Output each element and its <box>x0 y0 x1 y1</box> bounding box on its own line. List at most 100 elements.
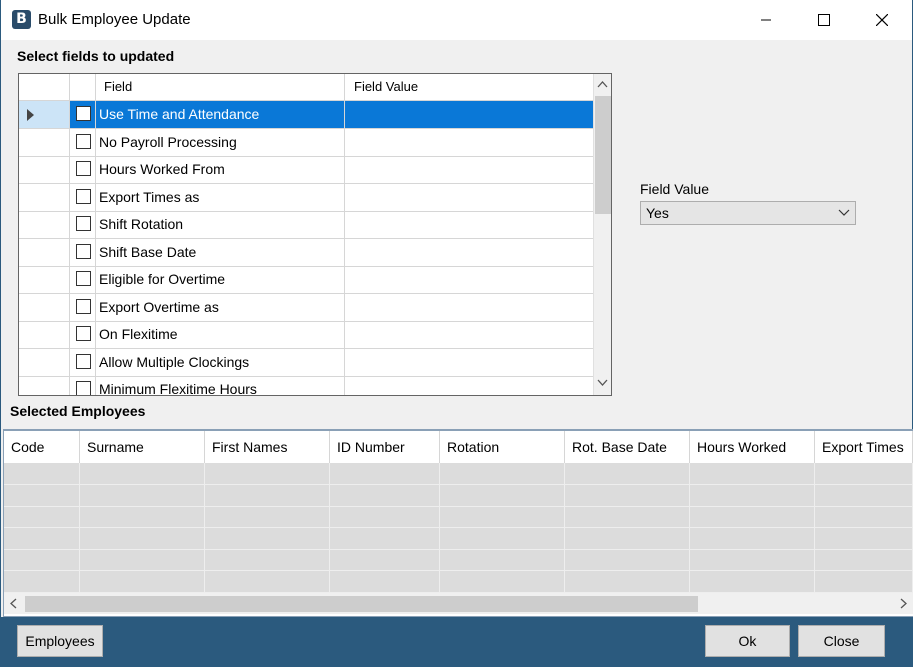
field-row[interactable]: Export Overtime as <box>19 293 594 322</box>
row-checkbox[interactable] <box>76 106 91 121</box>
employees-column-header[interactable]: ID Number <box>330 431 440 463</box>
row-checkbox[interactable] <box>76 271 91 286</box>
row-checkbox[interactable] <box>76 326 91 341</box>
field-value-cell[interactable] <box>345 293 594 321</box>
scroll-left-icon <box>10 598 17 609</box>
row-checkbox[interactable] <box>76 133 91 149</box>
field-row[interactable]: No Payroll Processing <box>19 128 594 157</box>
employees-column-header[interactable]: Rot. Base Date <box>565 431 690 463</box>
field-name-cell[interactable]: Shift Base Date <box>96 238 345 266</box>
field-value-cell[interactable] <box>345 238 594 266</box>
field-value-cell[interactable] <box>345 156 594 183</box>
employees-grid-hscrollbar[interactable] <box>4 593 913 614</box>
field-value-cell[interactable] <box>345 266 594 293</box>
row-checkbox-cell[interactable] <box>70 211 96 238</box>
field-row[interactable]: Use Time and Attendance <box>19 101 594 129</box>
maximize-button[interactable] <box>795 0 853 40</box>
employee-row[interactable] <box>4 463 913 485</box>
row-checkbox[interactable] <box>76 188 91 204</box>
ok-button[interactable]: Ok <box>705 625 790 657</box>
row-checkbox-cell[interactable] <box>70 101 96 128</box>
row-checkbox-cell[interactable] <box>70 238 96 266</box>
row-header-cell[interactable] <box>19 348 70 376</box>
field-row[interactable]: On Flexitime <box>19 321 594 349</box>
field-name-cell[interactable]: Eligible for Overtime <box>96 266 345 293</box>
chevron-down-icon <box>837 205 851 222</box>
bulk-employee-update-window: B Bulk Employee Update Select fields to … <box>1 0 913 666</box>
row-checkbox-cell[interactable] <box>70 293 96 321</box>
employees-column-header[interactable]: Rotation <box>440 431 565 463</box>
row-checkbox-cell[interactable] <box>70 128 96 156</box>
field-name-cell[interactable]: On Flexitime <box>96 321 345 348</box>
row-header-cell[interactable] <box>19 101 70 128</box>
row-checkbox-cell[interactable] <box>70 348 96 376</box>
row-header-cell[interactable] <box>19 266 70 293</box>
employees-column-header[interactable]: First Names <box>205 431 330 463</box>
current-row-arrow-icon <box>27 109 34 121</box>
employees-column-header[interactable]: Hours Worked <box>690 431 815 463</box>
field-row[interactable]: Shift Rotation <box>19 211 594 239</box>
field-name-cell[interactable]: Shift Rotation <box>96 211 345 238</box>
row-checkbox-cell[interactable] <box>70 321 96 348</box>
close-window-button[interactable] <box>853 0 911 40</box>
row-header-cell[interactable] <box>19 128 70 156</box>
row-checkbox[interactable] <box>76 243 91 259</box>
row-header-cell[interactable] <box>19 321 70 348</box>
field-row[interactable]: Minimum Flexitime Hours <box>19 376 594 395</box>
field-value-cell[interactable] <box>345 348 594 376</box>
row-checkbox-cell[interactable] <box>70 376 96 395</box>
row-header-cell[interactable] <box>19 376 70 395</box>
row-checkbox[interactable] <box>76 161 91 176</box>
row-header-cell[interactable] <box>19 238 70 266</box>
field-value-cell[interactable] <box>345 211 594 238</box>
field-row[interactable]: Shift Base Date <box>19 238 594 267</box>
employees-column-header[interactable]: Code <box>4 431 80 463</box>
field-name-cell[interactable]: No Payroll Processing <box>96 128 345 156</box>
hscroll-thumb[interactable] <box>25 596 698 612</box>
minimize-button[interactable] <box>737 0 795 40</box>
employee-row[interactable] <box>4 485 913 507</box>
field-name-cell[interactable]: Allow Multiple Clockings <box>96 348 345 376</box>
employee-row[interactable] <box>4 571 913 593</box>
close-button[interactable]: Close <box>798 625 885 657</box>
field-name-cell[interactable]: Export Overtime as <box>96 293 345 321</box>
employee-row[interactable] <box>4 506 913 528</box>
row-header-cell[interactable] <box>19 211 70 238</box>
row-checkbox[interactable] <box>76 298 91 314</box>
employees-column-header[interactable]: Export Times <box>815 431 913 463</box>
row-checkbox[interactable] <box>76 381 91 395</box>
employees-column-header[interactable]: Surname <box>80 431 205 463</box>
employees-grid-body[interactable] <box>4 463 913 593</box>
employee-row[interactable] <box>4 549 913 571</box>
field-value-cell[interactable] <box>345 101 594 128</box>
row-checkbox-cell[interactable] <box>70 156 96 183</box>
field-value-dropdown[interactable]: Yes <box>640 201 856 225</box>
scroll-thumb[interactable] <box>595 96 611 214</box>
employee-row[interactable] <box>4 528 913 550</box>
field-row[interactable]: Export Times as <box>19 183 594 212</box>
row-header-cell[interactable] <box>19 183 70 211</box>
field-value-cell[interactable] <box>345 321 594 348</box>
field-value-cell[interactable] <box>345 376 594 395</box>
field-row[interactable]: Hours Worked From <box>19 156 594 184</box>
field-column-header[interactable]: Field <box>96 74 345 100</box>
employees-button[interactable]: Employees <box>17 625 103 657</box>
field-name-cell[interactable]: Export Times as <box>96 183 345 211</box>
field-value-cell[interactable] <box>345 183 594 211</box>
field-name-cell[interactable]: Use Time and Attendance <box>96 101 345 128</box>
row-checkbox-cell[interactable] <box>70 183 96 211</box>
fields-grid-vscrollbar[interactable] <box>593 74 611 395</box>
row-checkbox[interactable] <box>76 216 91 231</box>
field-value-column-header[interactable]: Field Value <box>345 74 594 100</box>
field-row[interactable]: Allow Multiple Clockings <box>19 348 594 377</box>
row-header-cell[interactable] <box>19 293 70 321</box>
field-name-cell[interactable]: Hours Worked From <box>96 156 345 183</box>
field-row[interactable]: Eligible for Overtime <box>19 266 594 294</box>
checkbox-column-header[interactable] <box>70 74 96 100</box>
field-name-cell[interactable]: Minimum Flexitime Hours <box>96 376 345 395</box>
row-checkbox-cell[interactable] <box>70 266 96 293</box>
row-checkbox[interactable] <box>76 353 91 369</box>
close-icon <box>876 14 888 26</box>
field-value-cell[interactable] <box>345 128 594 156</box>
row-header-cell[interactable] <box>19 156 70 183</box>
